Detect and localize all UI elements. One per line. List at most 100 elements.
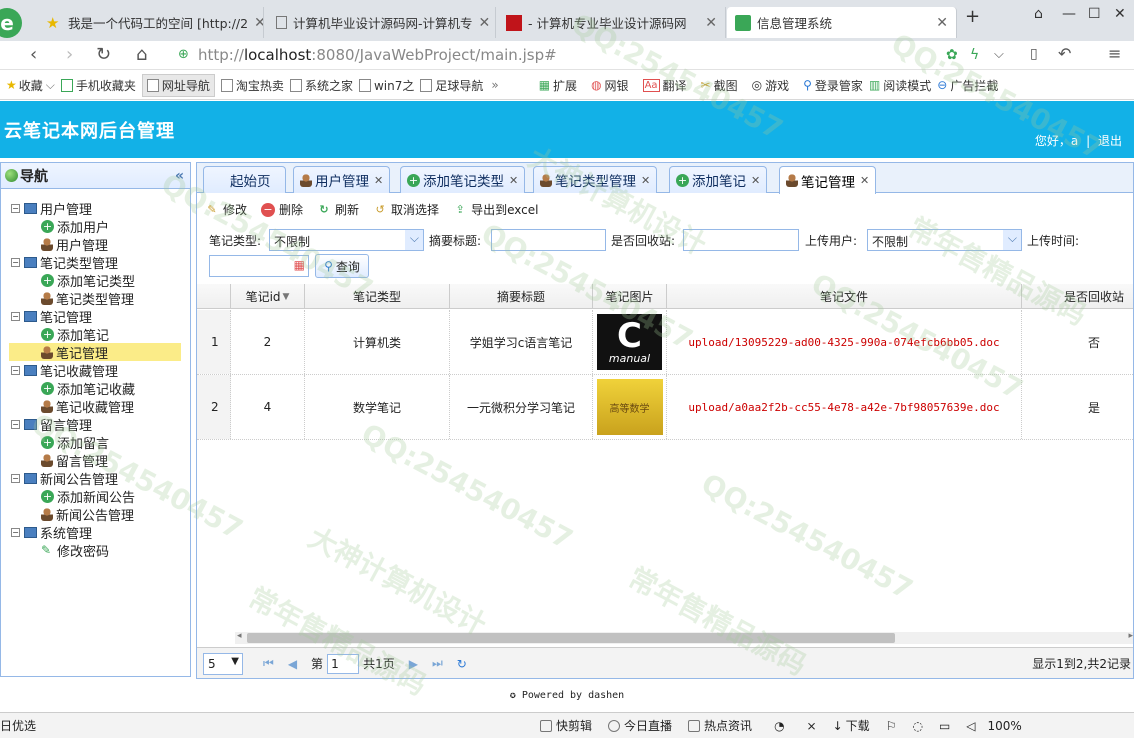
nav-item-add-news[interactable]: + 添加新闻公告 [41, 487, 135, 506]
status-item[interactable]: 热点资讯 [688, 717, 752, 734]
bookmark-bank[interactable]: ◍ 网银 [591, 77, 629, 94]
edit-button[interactable]: ✎ 修改 [205, 201, 247, 218]
nav-group-note[interactable]: − 笔记管理 [11, 307, 92, 326]
bookmark-adblock[interactable]: ⊖ 广告拦截 [937, 77, 998, 94]
table-row[interactable]: 1 2 计算机类 学姐学习c语言笔记 Cmanual upload/130952… [197, 310, 1133, 375]
column-header[interactable]: 笔记图片 [593, 284, 667, 309]
next-page-icon[interactable]: ▶ [409, 657, 418, 671]
nav-item-add-favorite[interactable]: + 添加笔记收藏 [41, 379, 135, 398]
extension-icon[interactable]: ✿ [946, 47, 958, 63]
bookmark-nav[interactable]: 网址导航 [141, 73, 215, 97]
lightning-icon[interactable]: ϟ [970, 47, 979, 63]
mute-icon[interactable]: ⨯ [807, 719, 817, 733]
nav-item-message-mgmt[interactable]: 留言管理 [41, 451, 108, 470]
nav-group-notetype[interactable]: − 笔记类型管理 [11, 253, 118, 272]
nav-item-add-message[interactable]: + 添加留言 [41, 433, 109, 452]
status-item[interactable]: ↓ 下载 [833, 717, 870, 734]
minimize-icon[interactable]: — [1062, 6, 1076, 22]
query-button[interactable]: ⚲ 查询 [315, 254, 369, 278]
status-left[interactable]: 日优选 [0, 717, 36, 734]
tab-note-mgmt[interactable]: 笔记管理 ✕ [779, 166, 877, 194]
collapse-icon[interactable]: « [175, 168, 184, 184]
zoom-level[interactable]: 100% [988, 719, 1022, 733]
unselect-button[interactable]: ↺ 取消选择 [373, 201, 439, 218]
last-page-icon[interactable]: ⏭ [432, 656, 443, 671]
close-icon[interactable]: ✕ [473, 15, 491, 31]
bookmark-mobile[interactable]: 手机收藏夹 [60, 77, 136, 94]
nav-item-news-mgmt[interactable]: 新闻公告管理 [41, 505, 134, 524]
title-filter-input[interactable] [491, 229, 606, 251]
collapse-toggle-icon[interactable]: − [11, 365, 20, 375]
browser-tab-1[interactable]: ★ 我是一个代码工的空间 [http://2 ✕ [38, 7, 264, 38]
time-filter-input[interactable]: ▦ [209, 255, 309, 277]
nav-item-favorite-mgmt[interactable]: 笔记收藏管理 [41, 397, 134, 416]
scrollbar-thumb[interactable] [247, 633, 895, 643]
tab-add-note[interactable]: + 添加笔记 ✕ [669, 166, 768, 193]
table-row[interactable]: 2 4 数学笔记 一元微积分学习笔记 高等数学 upload/a0aa2f2b-… [197, 375, 1133, 440]
tab-home[interactable]: 起始页 [203, 166, 286, 193]
bookmark-extensions[interactable]: ▦ 扩展 [539, 77, 577, 94]
undo-icon[interactable]: ↶ [1058, 44, 1071, 63]
window-close-icon[interactable]: ✕ [1114, 6, 1126, 22]
horizontal-scrollbar[interactable]: ◂ ▸ [235, 631, 1133, 644]
browser-tab-3[interactable]: - 计算机专业毕业设计源码网 ✕ [498, 7, 726, 38]
close-icon[interactable]: ✕ [641, 174, 650, 187]
column-header[interactable]: 笔记类型 [305, 284, 450, 309]
tab-add-notetype[interactable]: + 添加笔记类型 ✕ [400, 166, 526, 193]
window-icon[interactable]: ▭ [939, 719, 950, 733]
cell-file[interactable]: upload/a0aa2f2b-cc55-4e78-a42e-7bf980576… [667, 375, 1022, 439]
close-icon[interactable]: ✕ [248, 15, 263, 31]
close-icon[interactable]: ✕ [751, 174, 760, 187]
page-number-input[interactable]: 1 [327, 653, 360, 674]
maximize-icon[interactable]: ☐ [1088, 6, 1101, 22]
bookmark-screenshot[interactable]: ✂ 截图 [701, 77, 738, 94]
collapse-toggle-icon[interactable]: − [11, 527, 20, 537]
dropdown-icon[interactable]: ⌵ [994, 47, 1004, 62]
page-size-select[interactable]: 5 ▼ [203, 652, 243, 675]
refresh-button[interactable]: ↻ 刷新 [317, 201, 359, 218]
status-item[interactable]: 快剪辑 [540, 717, 592, 734]
volume-icon[interactable]: ◁ [966, 719, 975, 733]
bookmark-xitong[interactable]: 系统之家 [289, 77, 353, 94]
skin-icon[interactable]: ⌂ [1034, 6, 1043, 22]
browser-tab-4[interactable]: 信息管理系统 ✕ [727, 7, 957, 38]
nav-item-note-mgmt[interactable]: 笔记管理 [9, 343, 181, 362]
bookmark-reader[interactable]: ▥ 阅读模式 [869, 77, 931, 94]
close-icon[interactable]: ✕ [509, 174, 518, 187]
export-button[interactable]: ⇪ 导出到excel [453, 201, 538, 218]
nav-group-system[interactable]: − 系统管理 [11, 523, 92, 542]
nav-item-add-notetype[interactable]: + 添加笔记类型 [41, 271, 135, 290]
cell-file[interactable]: upload/13095229-ad00-4325-990a-074efcb6b… [667, 310, 1022, 374]
tab-user-mgmt[interactable]: 用户管理 ✕ [293, 166, 391, 193]
close-icon[interactable]: ✕ [374, 174, 383, 187]
bookmark-football[interactable]: 足球导航 » [420, 77, 499, 94]
nav-group-favorite[interactable]: − 笔记收藏管理 [11, 361, 118, 380]
calendar-icon[interactable]: ▦ [294, 258, 305, 272]
column-header[interactable]: 笔记id ▼ [231, 284, 305, 309]
browser-icon[interactable]: ◌ [912, 719, 922, 733]
close-icon[interactable]: ✕ [699, 15, 717, 31]
bookmark-translate[interactable]: Aa 翻译 [642, 77, 687, 94]
collapse-toggle-icon[interactable]: − [11, 473, 20, 483]
nav-group-user[interactable]: − 用户管理 [11, 199, 92, 218]
close-icon[interactable]: ✕ [860, 174, 869, 187]
home-icon[interactable]: ⌂ [136, 44, 147, 65]
flag-icon[interactable]: ⚐ [886, 719, 897, 733]
speed-icon[interactable]: ◔ [774, 719, 784, 733]
close-icon[interactable]: ✕ [930, 15, 948, 31]
tab-notetype-mgmt[interactable]: 笔记类型管理 ✕ [533, 166, 658, 193]
nav-item-user-mgmt[interactable]: 用户管理 [41, 235, 108, 254]
nav-item-add-user[interactable]: + 添加用户 [41, 217, 109, 236]
collapse-toggle-icon[interactable]: − [11, 419, 20, 429]
nav-item-change-password[interactable]: ✎ 修改密码 [41, 541, 109, 560]
scroll-left-icon[interactable]: ◂ [237, 631, 242, 641]
collapse-toggle-icon[interactable]: − [11, 311, 20, 321]
prev-page-icon[interactable]: ◀ [288, 657, 297, 671]
nav-item-add-note[interactable]: + 添加笔记 [41, 325, 109, 344]
collapse-toggle-icon[interactable]: − [11, 203, 20, 213]
recycle-filter-input[interactable] [683, 229, 799, 251]
reload-icon[interactable]: ↻ [96, 44, 111, 65]
bookmark-games[interactable]: ◎ 游戏 [752, 77, 790, 94]
bookmark-favorites[interactable]: ★ 收藏 ⌵ [6, 77, 55, 94]
browser-tab-2[interactable]: 计算机毕业设计源码网-计算机专 ✕ [268, 7, 496, 38]
